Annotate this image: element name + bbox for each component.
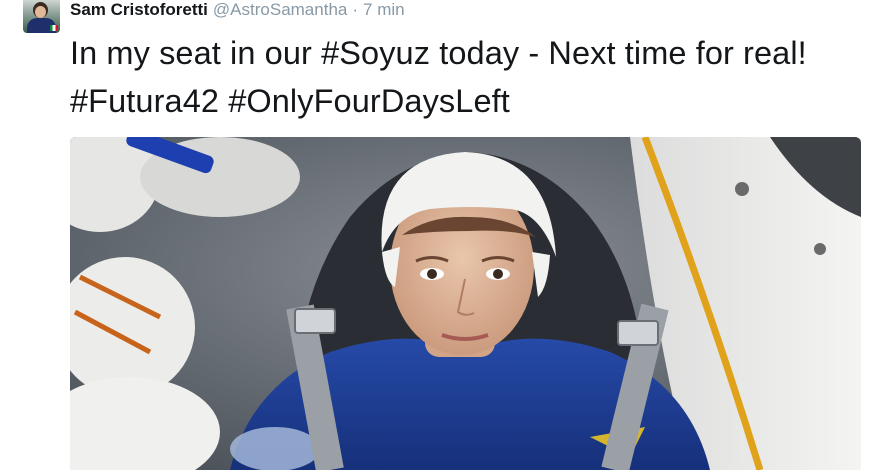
soyuz-seat-photo — [70, 137, 861, 470]
wall-bolt — [814, 243, 826, 255]
tweet-timestamp[interactable]: 7 min — [363, 0, 405, 20]
hashtag-soyuz[interactable]: #Soyuz — [321, 35, 430, 71]
tweet-text-segment: In my seat in our — [70, 35, 322, 71]
tweet-photo[interactable] — [70, 137, 861, 470]
wall-bolt — [735, 182, 749, 196]
hashtag-futura42[interactable]: #Futura42 — [70, 83, 219, 119]
avatar-flag-icon — [50, 25, 58, 31]
harness-buckle-left — [294, 308, 336, 334]
tweet-text-segment: today - Next time for real! — [430, 35, 807, 71]
author-display-name[interactable]: Sam Cristoforetti — [70, 0, 208, 20]
hashtag-onlyfourdaysleft[interactable]: #OnlyFourDaysLeft — [228, 83, 510, 119]
avatar-face — [35, 6, 46, 18]
header-separator: · — [352, 0, 359, 19]
mission-patch — [230, 427, 320, 470]
author-avatar[interactable] — [23, 0, 60, 33]
tweet-header: Sam Cristoforetti @AstroSamantha · 7 min — [70, 0, 405, 20]
tweet-text: In my seat in our #Soyuz today - Next ti… — [70, 29, 870, 125]
tweet-text-segment — [219, 83, 228, 119]
author-handle[interactable]: @AstroSamantha — [213, 0, 347, 20]
harness-buckle-right — [617, 320, 659, 346]
